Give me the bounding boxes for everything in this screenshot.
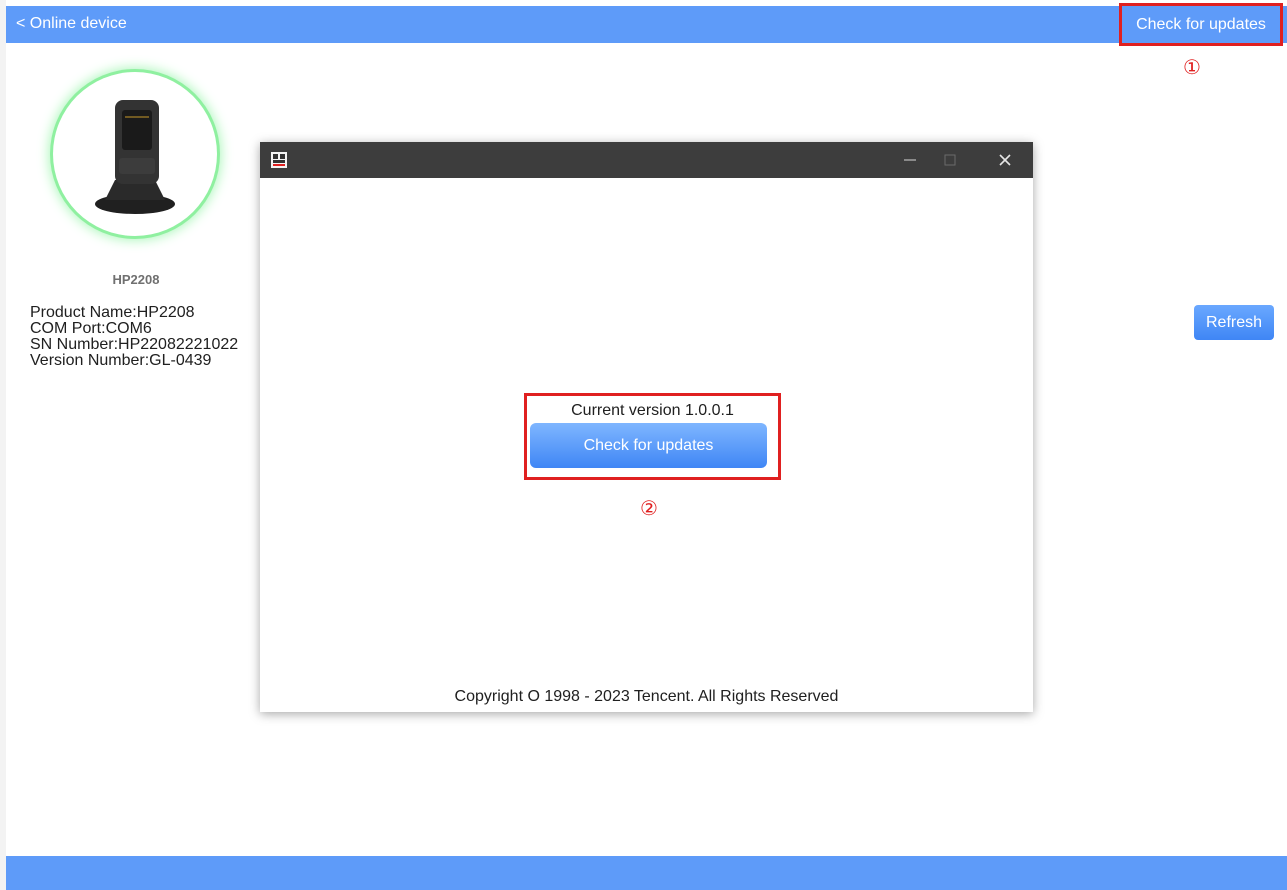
- close-icon: [999, 154, 1011, 166]
- minimize-button[interactable]: [890, 142, 930, 178]
- annotation-marker-2: ②: [640, 498, 658, 520]
- annotation-marker-1: ①: [1183, 57, 1201, 79]
- version-highlight-box: Current version 1.0.0.1 Check for update…: [524, 393, 781, 480]
- dialog-titlebar[interactable]: [260, 142, 1033, 178]
- current-version-text: Current version 1.0.0.1: [571, 402, 734, 419]
- device-info: Product Name:HP2208 COM Port:COM6 SN Num…: [30, 305, 238, 369]
- close-button[interactable]: [985, 142, 1025, 178]
- update-dialog: Current version 1.0.0.1 Check for update…: [260, 142, 1033, 712]
- com-port-text: COM Port:COM6: [30, 320, 152, 337]
- dialog-body: Current version 1.0.0.1 Check for update…: [260, 178, 1033, 712]
- back-button[interactable]: < Online device: [16, 15, 127, 33]
- sn-number-text: SN Number:HP22082221022: [30, 336, 239, 353]
- check-updates-top-button[interactable]: Check for updates: [1119, 3, 1283, 46]
- check-updates-top-label: Check for updates: [1136, 15, 1266, 33]
- minimize-icon: [904, 159, 916, 161]
- left-edge-strip: [0, 0, 6, 890]
- maximize-icon: [944, 154, 956, 166]
- bottom-bar: [6, 856, 1287, 890]
- device-image: [53, 72, 217, 236]
- check-updates-label: Check for updates: [583, 436, 714, 454]
- app-icon: [271, 152, 287, 168]
- product-name-text: Product Name:HP2208: [30, 304, 195, 321]
- scanner-device-icon: [95, 100, 175, 214]
- refresh-button[interactable]: Refresh: [1194, 305, 1274, 340]
- version-number-text: Version Number:GL-0439: [30, 352, 212, 369]
- device-caption: HP2208: [112, 272, 160, 287]
- check-updates-button[interactable]: Check for updates: [530, 423, 767, 468]
- refresh-label: Refresh: [1205, 313, 1263, 331]
- copyright-text: Copyright O 1998 - 2023 Tencent. All Rig…: [454, 688, 839, 705]
- top-bar: < Online device Check for updates: [6, 3, 1287, 46]
- maximize-button[interactable]: [930, 142, 970, 178]
